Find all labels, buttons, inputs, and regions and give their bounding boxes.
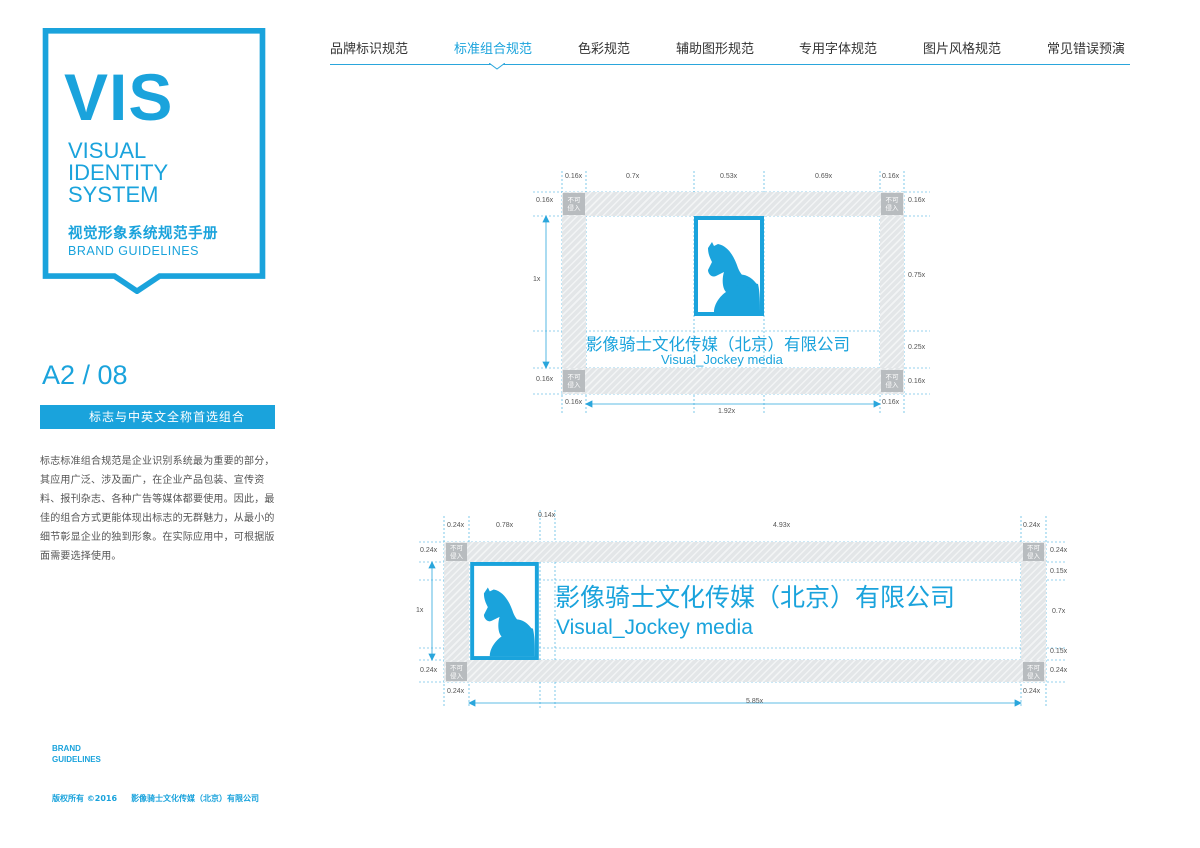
cover-subtitle-line: VISUAL	[68, 138, 147, 163]
dim-label: 0.24x	[420, 667, 438, 674]
dim-label: 0.15x	[1050, 648, 1068, 655]
copyright-text: 版权所有 ©2016	[52, 794, 118, 803]
nav-item-fonts[interactable]: 专用字体规范	[799, 38, 877, 57]
top-nav: 品牌标识规范 标准组合规范 色彩规范 辅助图形规范 专用字体规范 图片风格规范 …	[330, 38, 1130, 65]
footer-brand-line: BRAND	[52, 744, 81, 753]
dim-label: 0.16x	[565, 399, 583, 406]
footer-brand-line: GUIDELINES	[52, 755, 101, 764]
nav-item-auxiliary-graphics[interactable]: 辅助图形规范	[676, 38, 754, 57]
dim-label: 0.16x	[536, 197, 554, 204]
no-intrusion-corner: 不可 侵入	[446, 543, 467, 561]
dim-label: 0.24x	[1050, 547, 1068, 554]
description-line: 料、报刊杂志、各种广告等媒体都要使用。因此，最	[40, 494, 275, 505]
dim-label: 0.78x	[496, 522, 514, 529]
clear-space-bottom	[562, 368, 904, 394]
dim-label: 1x	[533, 276, 541, 283]
dim-label: 0.24x	[447, 522, 465, 529]
dim-label: 1.92x	[718, 408, 736, 415]
company-name-en: Visual_Jockey media	[661, 352, 783, 367]
page-number: A2 / 08	[42, 360, 128, 390]
dim-label: 1x	[416, 607, 424, 614]
dim-label: 0.53x	[720, 173, 738, 180]
dim-label: 0.7x	[1052, 608, 1066, 615]
company-name-cn: 影像骑士文化传媒（北京）有限公司	[555, 583, 956, 612]
no-intrusion-corner: 不可 侵入	[563, 370, 585, 392]
dim-label: 4.93x	[773, 522, 791, 529]
section-title: 标志与中英文全称首选组合	[88, 410, 245, 424]
description: 标志标准组合规范是企业识别系统最为重要的部分， 其应用广泛、涉及面广，在企业产品…	[40, 452, 285, 566]
no-intrusion-corner: 不可 侵入	[446, 662, 467, 681]
footer-company: 影像骑士文化传媒（北京）有限公司	[131, 794, 260, 803]
cover-subtitle-line: SYSTEM	[68, 182, 159, 207]
dim-label: 0.16x	[908, 197, 926, 204]
clear-space-top	[562, 192, 904, 216]
clear-space-top	[444, 542, 1046, 562]
dim-label: 0.24x	[420, 547, 438, 554]
clear-space-right	[880, 216, 904, 368]
dim-label: 0.16x	[565, 173, 583, 180]
cover-title-cn: 视觉形象系统规范手册	[68, 226, 218, 242]
dim-label: 0.16x	[908, 378, 926, 385]
no-intrusion-corner: 不可 侵入	[881, 193, 903, 215]
section-title-bar: 标志与中英文全称首选组合	[40, 405, 275, 429]
cover-title-en: BRAND GUIDELINES	[68, 244, 199, 258]
dim-label: 0.24x	[1050, 667, 1068, 674]
clear-space-right	[1021, 562, 1046, 660]
dim-label: 0.24x	[447, 688, 465, 695]
dim-label: 0.14x	[538, 512, 556, 519]
clear-space-left	[444, 562, 469, 660]
description-line: 标志标准组合规范是企业识别系统最为重要的部分，	[40, 456, 275, 467]
dim-label: 0.75x	[908, 272, 926, 279]
nav-active-caret-icon	[489, 58, 505, 70]
no-intrusion-corner: 不可 侵入	[881, 370, 903, 392]
clear-space-bottom	[444, 660, 1046, 682]
horse-logo-icon	[470, 562, 539, 660]
description-line: 其应用广泛、涉及面广，在企业产品包装、宣传资	[40, 475, 265, 486]
dim-label: 5.85x	[746, 698, 764, 705]
dim-label: 0.7x	[626, 173, 640, 180]
horse-logo-icon	[694, 216, 764, 316]
dim-label: 0.69x	[815, 173, 833, 180]
dim-label: 0.25x	[908, 344, 926, 351]
dim-label: 0.24x	[1023, 688, 1041, 695]
nav-item-common-errors[interactable]: 常见错误预演	[1047, 38, 1125, 57]
dim-label: 0.15x	[1050, 568, 1068, 575]
dim-label: 0.16x	[882, 399, 900, 406]
cover-subtitle-line: IDENTITY	[68, 160, 169, 185]
dim-label: 0.16x	[536, 376, 554, 383]
nav-item-image-style[interactable]: 图片风格规范	[923, 38, 1001, 57]
clear-space-left	[562, 216, 586, 368]
description-line: 佳的组合方式更能体现出标志的无群魅力，从最小的	[40, 513, 275, 524]
no-intrusion-corner: 不可 侵入	[1023, 662, 1044, 681]
no-intrusion-corner: 不可 侵入	[1023, 543, 1044, 561]
company-name-en: Visual_Jockey media	[556, 616, 753, 639]
nav-item-color[interactable]: 色彩规范	[578, 38, 630, 57]
cover-subtitle: VISUAL IDENTITY SYSTEM	[68, 140, 168, 206]
footer-copyright: 版权所有 ©2016 影像骑士文化传媒（北京）有限公司	[52, 793, 259, 804]
dim-label: 0.24x	[1023, 522, 1041, 529]
vertical-combination-diagram: 不可 侵入 不可 侵入 不可 侵入 不可 侵入 影像骑士文化传媒（北京）有限公司 Vis…	[530, 168, 940, 418]
description-line: 细节彰显企业的独到形象。在实际应用中，可根据版	[40, 532, 275, 543]
nav-item-standard-combination[interactable]: 标准组合规范	[454, 38, 532, 57]
nav-item-brand-logo[interactable]: 品牌标识规范	[330, 38, 408, 57]
footer-brand: BRAND GUIDELINES	[52, 743, 101, 765]
dim-label: 0.16x	[882, 173, 900, 180]
horizontal-combination-diagram: 不可 侵入 不可 侵入 不可 侵入 不可 侵入 影像骑士文化传媒（北京）有限公司 Vis…	[416, 508, 1076, 712]
description-line: 面需要选择使用。	[40, 551, 122, 562]
no-intrusion-corner: 不可 侵入	[563, 193, 585, 215]
cover-title: VIS	[64, 60, 174, 134]
